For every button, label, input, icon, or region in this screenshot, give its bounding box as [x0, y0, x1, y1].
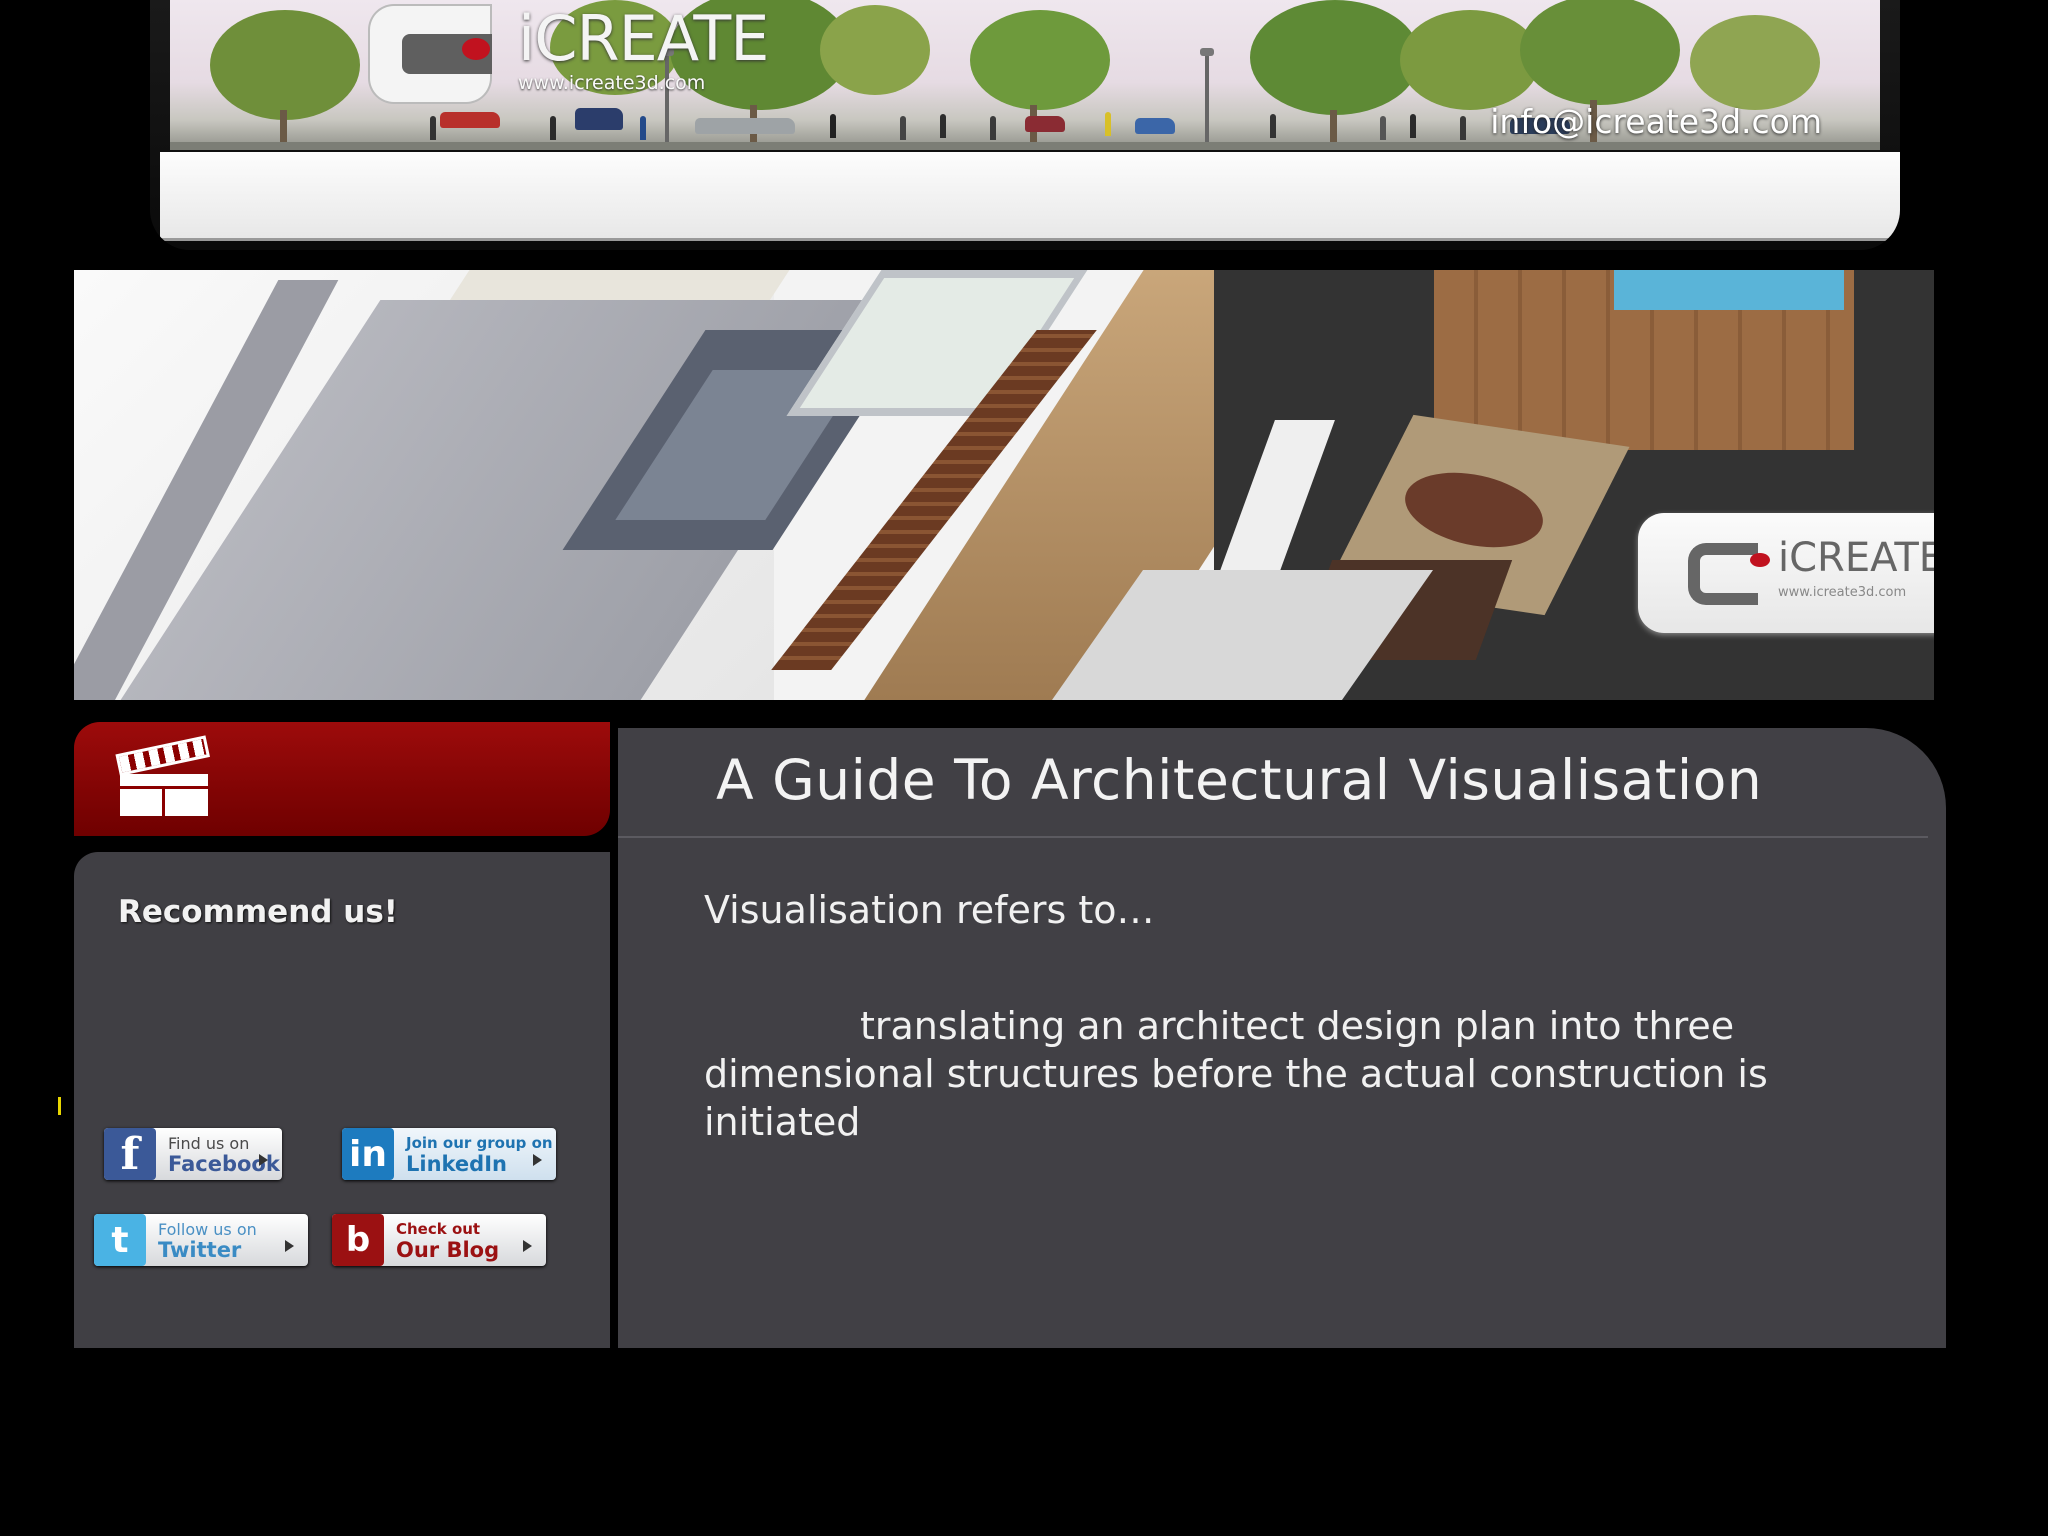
blog-button-label: Our Blog — [396, 1238, 500, 1262]
linkedin-icon: in — [342, 1128, 394, 1180]
linkedin-button-label: LinkedIn — [406, 1152, 507, 1176]
blog-button[interactable]: b Check out Our Blog — [332, 1214, 546, 1266]
facebook-button[interactable]: f Find us on Facebook — [104, 1128, 282, 1180]
facebook-button-caption: Find us on — [168, 1134, 250, 1153]
page-title: A Guide To Architectural Visualisation — [716, 748, 1763, 812]
header-email[interactable]: info@icreate3d.com — [1490, 102, 1822, 141]
intro-text: Visualisation refers to… — [704, 888, 1155, 932]
site-header: iCREATE www.icreate3d.com info@icreate3d… — [150, 0, 1900, 250]
arrow-right-icon — [523, 1240, 532, 1252]
body-text: translating an architect design plan int… — [704, 1004, 1768, 1144]
blog-button-caption: Check out — [396, 1220, 481, 1238]
banner-logo-url: www.icreate3d.com — [1778, 585, 1907, 600]
twitter-button-label: Twitter — [158, 1238, 242, 1262]
sidebar-header — [74, 722, 610, 836]
arrow-right-icon — [259, 1154, 268, 1166]
twitter-icon: t — [94, 1214, 146, 1266]
header-nav-bar — [160, 152, 1900, 241]
arrow-right-icon — [285, 1240, 294, 1252]
banner-logo-text: iCREATE — [1778, 535, 1934, 581]
banner-logo: iCREATE www.icreate3d.com — [1638, 513, 1934, 633]
header-logo-mark[interactable] — [370, 6, 500, 106]
twitter-button-caption: Follow us on — [158, 1220, 257, 1239]
text-cursor-marker — [58, 1097, 61, 1115]
header-logo-url[interactable]: www.icreate3d.com — [518, 72, 705, 94]
banner-floorplan-render: iCREATE www.icreate3d.com — [74, 270, 1934, 700]
title-divider — [618, 836, 1928, 838]
twitter-button[interactable]: t Follow us on Twitter — [94, 1214, 308, 1266]
arrow-right-icon — [533, 1154, 542, 1166]
header-logo-text[interactable]: iCREATE — [518, 2, 769, 75]
linkedin-button-caption: Join our group on — [406, 1134, 553, 1152]
sidebar-panel: Recommend us! f Find us on Facebook in J… — [74, 852, 610, 1348]
recommend-title: Recommend us! — [118, 894, 398, 930]
blog-icon: b — [332, 1214, 384, 1266]
facebook-icon: f — [104, 1128, 156, 1180]
main-content-panel: A Guide To Architectural Visualisation V… — [618, 728, 1946, 1348]
linkedin-button[interactable]: in Join our group on LinkedIn — [342, 1128, 556, 1180]
clapperboard-icon[interactable] — [115, 735, 210, 816]
